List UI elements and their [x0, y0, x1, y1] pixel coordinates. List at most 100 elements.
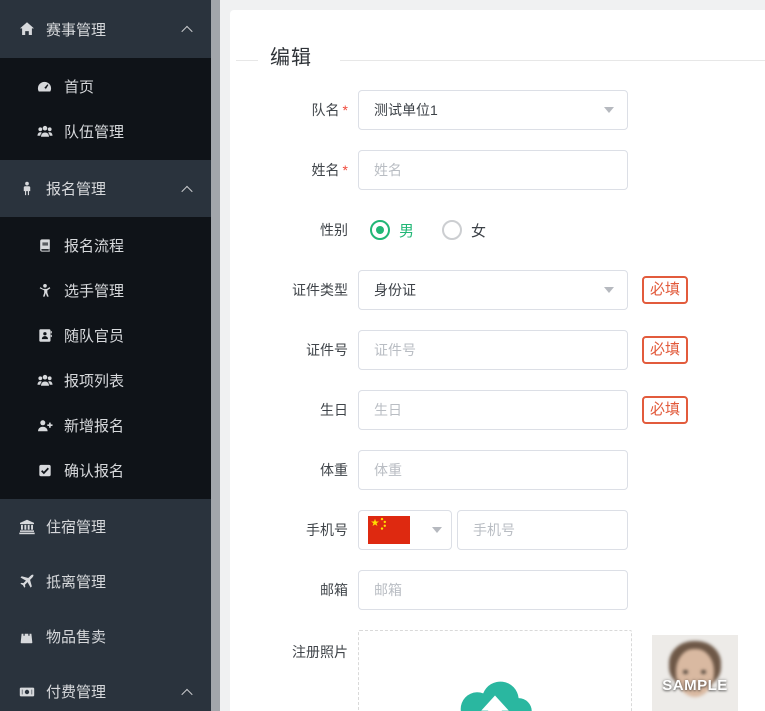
shopping-bag-icon	[18, 629, 35, 644]
required-badge: 必填	[642, 276, 689, 304]
title-divider-left	[236, 59, 258, 61]
sidebar-item-label: 物品售卖	[46, 629, 107, 646]
sidebar-item-label: 住宿管理	[46, 519, 107, 536]
person-icon	[18, 181, 35, 196]
gender-female-radio[interactable]	[442, 220, 463, 240]
sidebar-submenu-registration: 报名流程 选手管理 随队官员 报项列表 新增报名 确认报名	[0, 217, 211, 499]
team-select[interactable]: 测试单位1	[358, 90, 628, 130]
form-row-gender: 性别 男 女	[230, 210, 765, 250]
sample-photo-watermark: SAMPLE	[662, 677, 728, 694]
caret-down-icon	[604, 287, 614, 293]
gender-female-label[interactable]: 女	[471, 220, 486, 241]
sidebar-item-merchandise-sales[interactable]: 物品售卖	[0, 609, 211, 664]
sidebar-item-team-management[interactable]: 队伍管理	[0, 109, 211, 154]
sidebar-item-label: 付费管理	[46, 684, 107, 701]
sidebar-item-label: 新增报名	[64, 418, 125, 435]
sidebar-item-event-management[interactable]: 赛事管理	[0, 0, 211, 58]
sidebar-item-label: 队伍管理	[64, 124, 125, 141]
id-type-label: 证件类型	[292, 282, 348, 298]
caret-down-icon	[432, 527, 442, 533]
form-title-row: 编辑	[236, 43, 765, 69]
sidebar-item-registration-management[interactable]: 报名管理	[0, 160, 211, 217]
form-row-birthday: 生日 必填	[230, 390, 765, 430]
id-type-select[interactable]: 身份证	[358, 270, 628, 310]
home-icon	[18, 21, 35, 37]
edit-form-card: 编辑 队名 * 测试单位1 姓名 * 姓名 性别 男 女 证件类型 身份证 必填…	[230, 10, 765, 711]
id-card-icon	[36, 328, 53, 343]
sidebar-item-label: 确认报名	[64, 463, 125, 480]
id-number-label: 证件号	[306, 342, 348, 358]
gender-label: 性别	[320, 222, 348, 238]
main-content: 编辑 队名 * 测试单位1 姓名 * 姓名 性别 男 女 证件类型 身份证 必填…	[220, 0, 765, 711]
sidebar-item-label: 报名流程	[64, 238, 125, 255]
sidebar-item-label: 报名管理	[46, 181, 107, 198]
weight-input[interactable]	[358, 450, 628, 490]
chevron-up-icon	[181, 185, 193, 197]
chevron-up-icon	[181, 688, 193, 700]
chevron-up-icon	[181, 25, 193, 38]
check-square-icon	[36, 463, 53, 478]
sidebar-item-label: 报项列表	[64, 373, 125, 390]
form-row-id-number: 证件号 必填	[230, 330, 765, 370]
user-plus-icon	[36, 418, 53, 434]
form-row-email: 邮箱	[230, 570, 765, 610]
name-input[interactable]	[358, 150, 628, 190]
photo-label: 注册照片	[292, 644, 348, 660]
page-title: 编辑	[270, 46, 312, 69]
scrollbar-thumb[interactable]	[211, 0, 220, 711]
app-window: 赛事管理 首页 队伍管理 报名管理 报名流程 选手管理 随队官员 报项列表 新增…	[0, 0, 765, 711]
sidebar-item-accommodation-management[interactable]: 住宿管理	[0, 499, 211, 554]
photo-upload-dropzone[interactable]	[358, 630, 632, 711]
sidebar-item-arrival-departure-management[interactable]: 抵离管理	[0, 554, 211, 609]
title-divider-right	[340, 59, 765, 61]
email-label: 邮箱	[320, 582, 348, 598]
phone-input[interactable]	[457, 510, 628, 550]
sidebar-item-label: 选手管理	[64, 283, 125, 300]
country-code-select[interactable]	[358, 510, 452, 550]
birthday-label: 生日	[320, 402, 348, 418]
form-row-team: 队名 * 测试单位1	[230, 90, 765, 130]
dashboard-icon	[36, 79, 53, 94]
cloud-upload-icon	[453, 675, 537, 711]
id-type-select-value: 身份证	[374, 282, 416, 298]
vertical-scrollbar	[211, 0, 220, 711]
form-row-name: 姓名 *	[230, 150, 765, 190]
required-badge: 必填	[642, 336, 689, 364]
required-asterisk: *	[342, 162, 348, 178]
building-icon	[18, 519, 35, 535]
birthday-input[interactable]	[358, 390, 628, 430]
sidebar-item-team-officials[interactable]: 随队官员	[0, 313, 211, 358]
caret-down-icon	[604, 107, 614, 113]
sidebar-item-new-registration[interactable]: 新增报名	[0, 403, 211, 448]
sidebar-item-label: 首页	[64, 79, 95, 96]
sidebar-submenu-event: 首页 队伍管理	[0, 58, 211, 160]
sidebar-item-athlete-management[interactable]: 选手管理	[0, 268, 211, 313]
book-icon	[36, 238, 53, 253]
gender-male-label[interactable]: 男	[399, 220, 414, 241]
group-icon	[36, 373, 53, 389]
sidebar: 赛事管理 首页 队伍管理 报名管理 报名流程 选手管理 随队官员 报项列表 新增…	[0, 0, 211, 711]
sidebar-item-payment-management[interactable]: 付费管理	[0, 664, 211, 711]
form-row-weight: 体重	[230, 450, 765, 490]
team-select-value: 测试单位1	[374, 102, 438, 118]
money-icon	[18, 684, 35, 700]
athlete-icon	[36, 283, 53, 298]
sidebar-item-registration-flow[interactable]: 报名流程	[0, 223, 211, 268]
sidebar-item-confirm-registration[interactable]: 确认报名	[0, 448, 211, 493]
team-label: 队名	[311, 102, 340, 118]
form-row-phone: 手机号	[230, 510, 765, 550]
phone-label: 手机号	[306, 522, 348, 538]
id-number-input[interactable]	[358, 330, 628, 370]
email-input[interactable]	[358, 570, 628, 610]
sidebar-item-entry-list[interactable]: 报项列表	[0, 358, 211, 403]
sidebar-item-label: 抵离管理	[46, 574, 107, 591]
sidebar-item-dashboard[interactable]: 首页	[0, 64, 211, 109]
form-row-photo: 注册照片 SAMPLE	[230, 630, 765, 711]
sidebar-item-label: 赛事管理	[46, 21, 107, 39]
name-label: 姓名	[311, 162, 340, 178]
plane-icon	[18, 574, 35, 589]
form-row-id-type: 证件类型 身份证 必填	[230, 270, 765, 310]
weight-label: 体重	[320, 462, 348, 478]
required-badge: 必填	[642, 396, 689, 424]
gender-male-radio[interactable]	[370, 220, 390, 240]
